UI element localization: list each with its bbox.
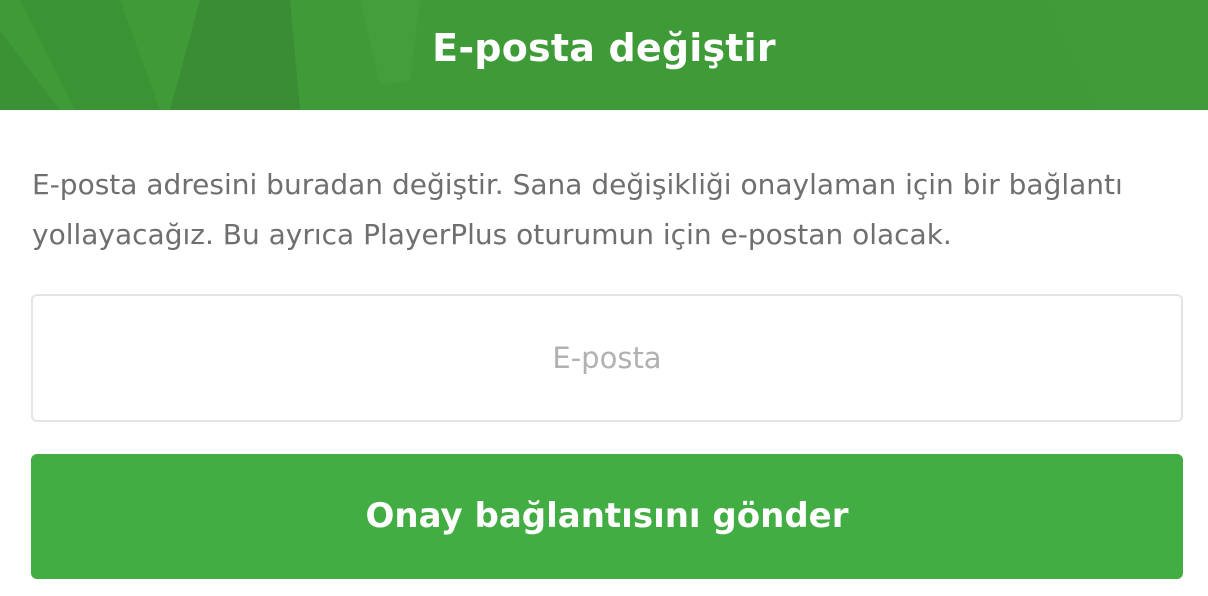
description-text: E-posta adresini buradan değiştir. Sana … xyxy=(32,168,1123,251)
send-confirmation-link-button[interactable]: Onay bağlantısını gönder xyxy=(31,454,1183,579)
email-input[interactable] xyxy=(31,294,1183,422)
header-banner: E-posta değiştir xyxy=(0,0,1208,110)
page-title: E-posta değiştir xyxy=(432,26,776,70)
